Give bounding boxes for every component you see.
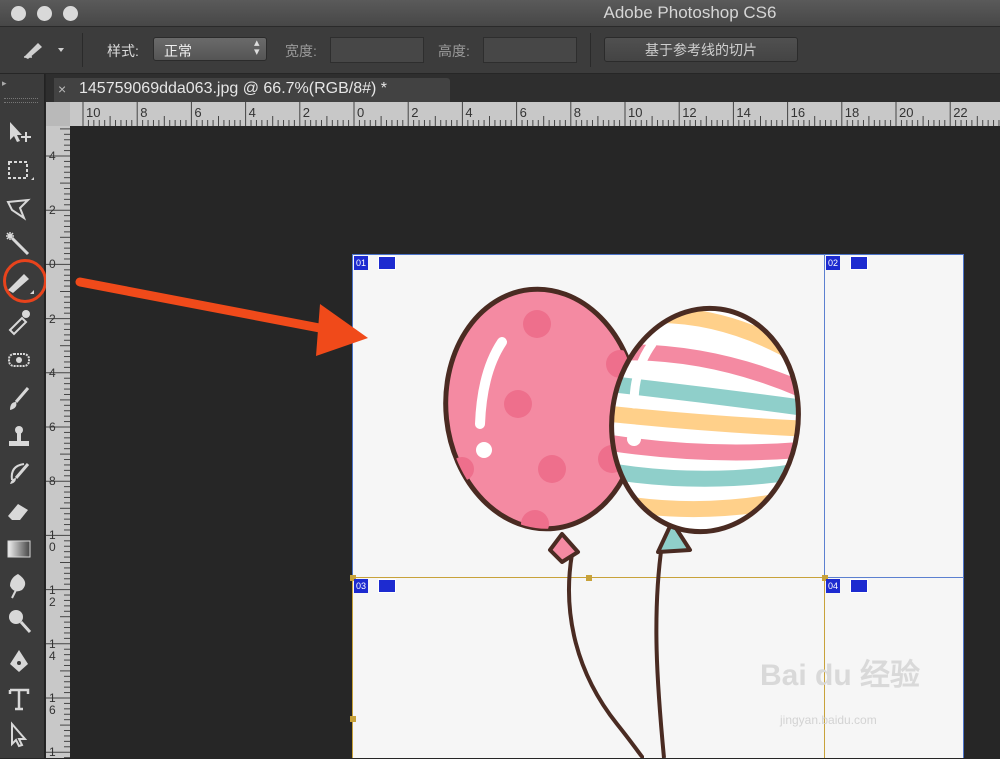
eyedropper-tool-icon[interactable] — [4, 306, 34, 336]
ruler-label: 0 — [49, 257, 56, 272]
path-selection-tool-icon[interactable] — [4, 720, 34, 750]
ruler-label: 12 — [682, 105, 697, 120]
style-select[interactable]: 正常 ▴ ▾ — [153, 37, 267, 61]
ruler-label: 2 — [49, 203, 56, 218]
ruler-label: 2 — [411, 105, 419, 120]
ruler-label: 4 — [465, 105, 473, 120]
ruler-label: 14 — [736, 105, 751, 120]
document-tab-title: 145759069dda063.jpg @ 66.7%(RGB/8#) * — [79, 80, 388, 97]
close-window-button[interactable] — [11, 6, 26, 21]
chevron-down-icon — [58, 48, 64, 52]
history-brush-tool-icon[interactable] — [4, 458, 34, 488]
ruler-label: 6 — [49, 420, 56, 434]
ruler-label: 16 — [790, 105, 806, 120]
ruler-label: 18 — [844, 105, 860, 120]
panel-grip[interactable] — [4, 98, 38, 103]
height-label: 高度: — [438, 43, 470, 59]
highlight-circle — [3, 259, 47, 303]
separator — [82, 33, 83, 67]
pen-tool-icon[interactable] — [4, 646, 34, 676]
ruler-label: 1 2 — [49, 582, 56, 609]
lasso-tool-icon[interactable] — [4, 194, 34, 224]
type-tool-icon[interactable] — [4, 684, 34, 714]
ruler-label: 4 — [49, 149, 56, 163]
ruler-label: 2 — [49, 311, 56, 326]
watermark-url: jingyan.baidu.com — [780, 713, 877, 727]
ruler-label: 2 — [302, 105, 311, 120]
close-tab-icon[interactable]: × — [58, 81, 66, 97]
ruler-label: 4 — [248, 105, 256, 120]
ruler-label: 1 0 — [49, 528, 56, 555]
ruler-label: 8 — [140, 105, 148, 120]
striped-balloon — [597, 305, 813, 554]
style-select-value: 正常 — [164, 43, 192, 59]
separator — [590, 33, 591, 67]
tool-preset-picker[interactable] — [18, 37, 70, 63]
ruler-label: 8 — [49, 474, 56, 489]
app-title: Adobe Photoshop CS6 — [603, 3, 777, 22]
ruler-label: 22 — [953, 105, 968, 120]
style-label: 样式: — [107, 43, 139, 59]
width-label: 宽度: — [285, 43, 317, 59]
slices-from-guides-button[interactable]: 基于参考线的切片 — [604, 37, 798, 62]
title-bar — [0, 0, 1000, 27]
ruler-label: 20 — [899, 105, 914, 120]
ruler-label: 1 — [49, 745, 56, 759]
marquee-tool-icon[interactable] — [4, 156, 35, 186]
ruler-origin[interactable] — [46, 102, 70, 126]
magic-wand-tool-icon[interactable] — [4, 230, 34, 260]
brush-tool-icon[interactable] — [4, 384, 34, 414]
healing-brush-tool-icon[interactable] — [4, 346, 34, 376]
ruler-label: 6 — [519, 105, 527, 120]
dodge-tool-icon[interactable] — [4, 606, 34, 636]
zoom-window-button[interactable] — [63, 6, 78, 21]
watermark-logo: Bai du 经验 — [760, 659, 921, 692]
select-arrows-icon: ▴ ▾ — [254, 37, 260, 58]
vertical-ruler[interactable] — [46, 126, 70, 758]
blur-tool-icon[interactable] — [4, 570, 34, 600]
collapse-panel-icon[interactable]: ▸ — [2, 78, 7, 89]
ruler-label: 1 6 — [49, 691, 56, 717]
ruler-label: 10 — [628, 105, 643, 120]
width-input[interactable] — [330, 37, 424, 63]
gradient-tool-icon[interactable] — [4, 534, 34, 564]
ruler-label: 4 — [49, 365, 56, 380]
clone-stamp-tool-icon[interactable] — [4, 422, 34, 452]
ruler-label: 1 4 — [49, 636, 56, 663]
ruler-label: 8 — [573, 105, 582, 120]
minimize-window-button[interactable] — [37, 6, 52, 21]
ruler-label: 6 — [194, 105, 202, 120]
ruler-label: 0 — [357, 105, 365, 120]
ruler-label: 10 — [86, 105, 101, 120]
move-tool-icon[interactable] — [4, 118, 34, 148]
slice-tool-icon — [24, 43, 64, 59]
height-input[interactable] — [483, 37, 577, 63]
eraser-tool-icon[interactable] — [4, 496, 34, 526]
